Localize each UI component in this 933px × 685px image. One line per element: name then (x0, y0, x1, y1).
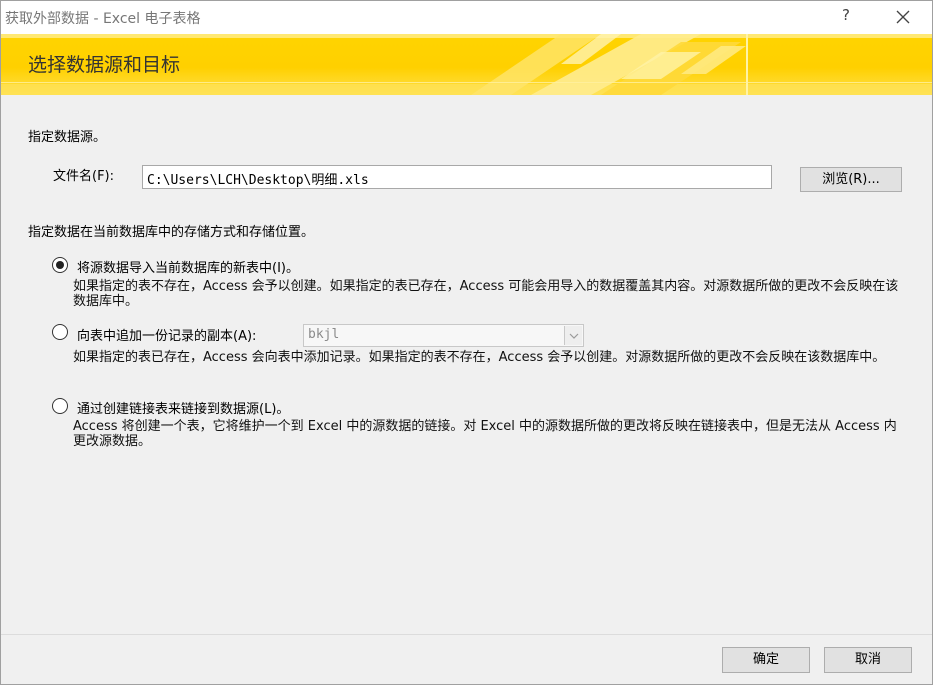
close-icon (896, 10, 910, 24)
chevron-down-icon[interactable] (564, 326, 582, 345)
title-bar: 获取外部数据 - Excel 电子表格 ? (1, 1, 932, 34)
append-table-select[interactable]: bkjl (303, 324, 584, 347)
link-radio[interactable] (52, 398, 68, 414)
dialog-content: 指定数据源。 文件名(F): C:\Users\LCH\Desktop\明细.x… (1, 95, 932, 633)
footer-divider (1, 634, 932, 635)
cancel-button[interactable]: 取消 (824, 647, 912, 673)
link-option-label[interactable]: 通过创建链接表来链接到数据源(L)。 (77, 398, 289, 417)
link-option-description: Access 将创建一个表，它将维护一个到 Excel 中的源数据的链接。对 E… (73, 419, 897, 449)
import-option-description: 如果指定的表不存在，Access 会予以创建。如果指定的表已存在，Access … (73, 279, 899, 309)
radio-selected-dot (56, 261, 64, 269)
close-button[interactable] (890, 5, 916, 29)
import-dialog: 获取外部数据 - Excel 电子表格 ? 选择数据源和目标 指定数据源。 文件 (0, 0, 933, 685)
append-table-value: bkjl (308, 327, 340, 342)
storage-heading: 指定数据在当前数据库中的存储方式和存储位置。 (28, 225, 315, 240)
import-radio[interactable] (52, 257, 68, 273)
banner-heading: 选择数据源和目标 (28, 54, 181, 76)
filename-input[interactable]: C:\Users\LCH\Desktop\明细.xls (142, 165, 772, 189)
import-option-label[interactable]: 将源数据导入当前数据库的新表中(I)。 (77, 257, 299, 276)
append-option-label[interactable]: 向表中追加一份记录的副本(A): (77, 325, 256, 344)
append-radio[interactable] (52, 324, 68, 340)
header-banner: 选择数据源和目标 (1, 34, 932, 95)
ok-button[interactable]: 确定 (722, 647, 810, 673)
append-option-description: 如果指定的表已存在，Access 会向表中添加记录。如果指定的表不存在，Acce… (73, 350, 886, 365)
filename-label: 文件名(F): (53, 169, 115, 184)
browse-button[interactable]: 浏览(R)... (800, 167, 902, 192)
source-heading: 指定数据源。 (28, 130, 107, 145)
window-title: 获取外部数据 - Excel 电子表格 (5, 11, 201, 27)
help-button[interactable]: ? (839, 6, 853, 26)
